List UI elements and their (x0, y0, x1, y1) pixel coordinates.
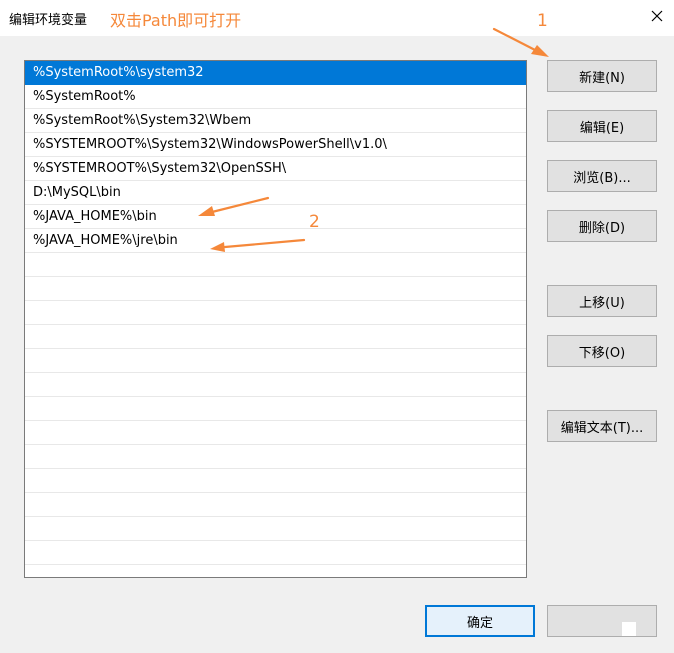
annotation-arrow-1-head (531, 45, 549, 57)
path-list-item[interactable] (25, 349, 526, 373)
ok-button[interactable]: 确定 (425, 605, 535, 637)
window-title: 编辑环境变量 (9, 13, 88, 28)
annotation-hint: 双击Path即可打开 (110, 11, 242, 30)
annotation-marker-2: 2 (309, 212, 320, 232)
move-up-button[interactable]: 上移(U) (547, 285, 657, 317)
path-list-item[interactable] (25, 373, 526, 397)
browse-button[interactable]: 浏览(B)... (547, 160, 657, 192)
path-list-item[interactable] (25, 325, 526, 349)
path-list-item[interactable] (25, 397, 526, 421)
title-bar: 编辑环境变量 双击Path即可打开 (0, 0, 674, 36)
path-list-item[interactable] (25, 277, 526, 301)
new-button[interactable]: 新建(N) (547, 60, 657, 92)
edit-button[interactable]: 编辑(E) (547, 110, 657, 142)
path-list-item[interactable] (25, 445, 526, 469)
path-list-item[interactable]: %SYSTEMROOT%\System32\OpenSSH\ (25, 157, 526, 181)
cancel-button[interactable] (547, 605, 657, 637)
edit-text-button[interactable]: 编辑文本(T)... (547, 410, 657, 442)
move-down-button[interactable]: 下移(O) (547, 335, 657, 367)
path-list-item[interactable] (25, 565, 526, 577)
watermark-mask (622, 622, 636, 636)
close-button[interactable] (640, 0, 674, 32)
path-list[interactable]: %SystemRoot%\system32 %SystemRoot% %System… (24, 60, 527, 578)
close-icon (651, 10, 663, 22)
path-list-item[interactable]: %SystemRoot%\System32\Wbem (25, 109, 526, 133)
path-list-item[interactable] (25, 301, 526, 325)
path-list-item[interactable] (25, 493, 526, 517)
path-list-item[interactable] (25, 253, 526, 277)
path-list-item[interactable] (25, 421, 526, 445)
path-list-item[interactable]: %JAVA_HOME%\jre\bin (25, 229, 526, 253)
path-list-item[interactable] (25, 469, 526, 493)
path-list-item[interactable] (25, 541, 526, 565)
annotation-marker-1: 1 (537, 11, 548, 31)
path-list-item[interactable]: %SystemRoot%\system32 (25, 61, 526, 85)
path-list-item[interactable]: D:\MySQL\bin (25, 181, 526, 205)
path-list-item[interactable]: %SYSTEMROOT%\System32\WindowsPowerShell\… (25, 133, 526, 157)
path-list-item[interactable]: %SystemRoot% (25, 85, 526, 109)
delete-button[interactable]: 删除(D) (547, 210, 657, 242)
path-list-item[interactable] (25, 517, 526, 541)
path-list-item[interactable]: %JAVA_HOME%\bin (25, 205, 526, 229)
